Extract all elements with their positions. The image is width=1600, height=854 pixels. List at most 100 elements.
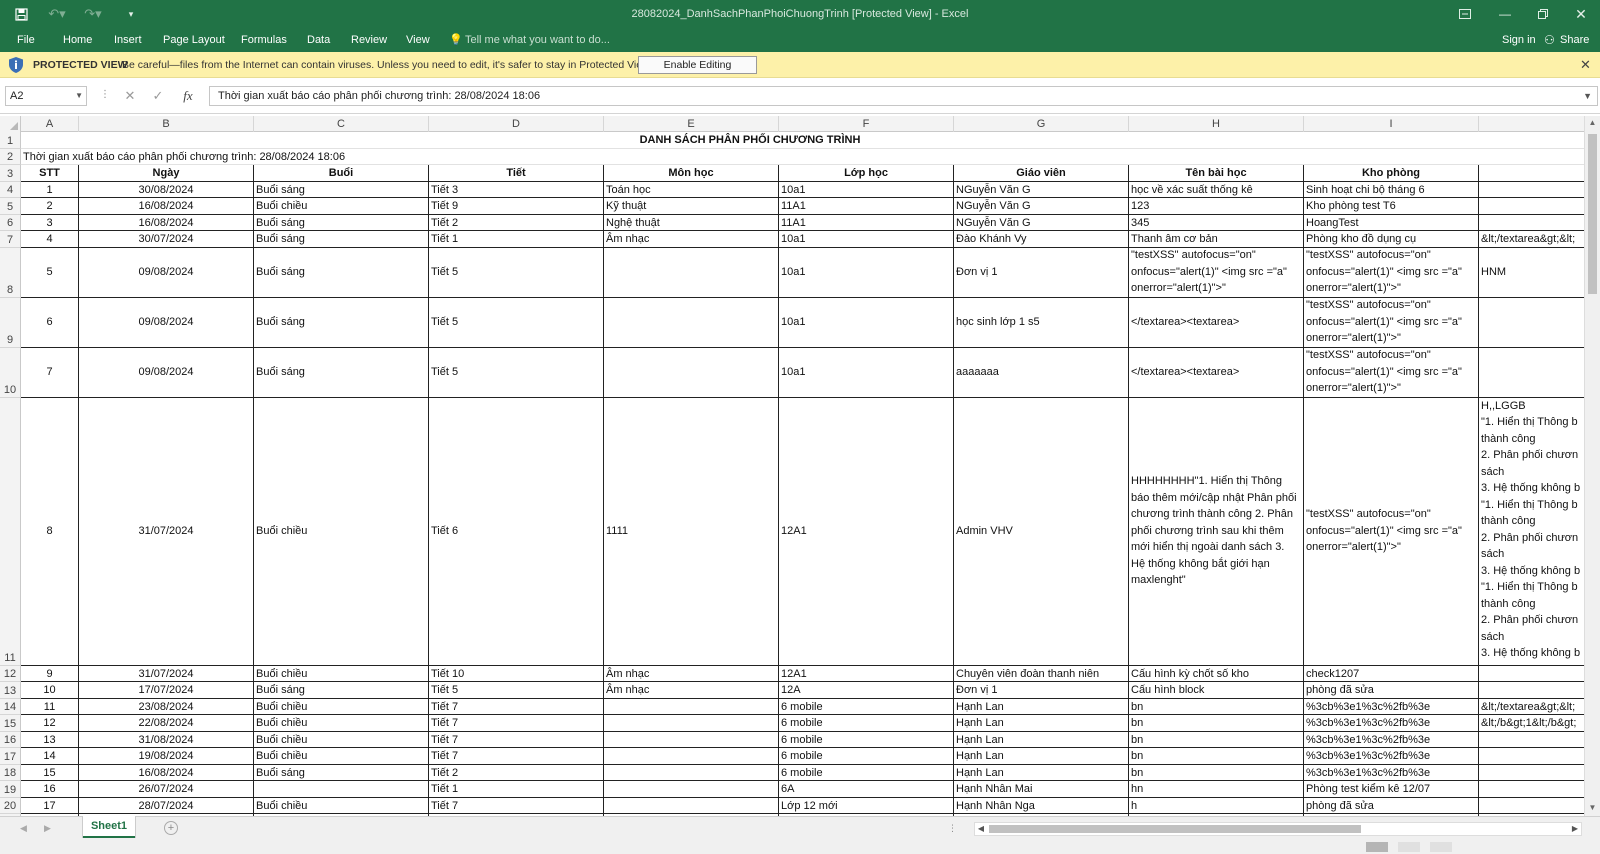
- data-cell-g20[interactable]: Hạnh Nhân Nga: [954, 797, 1129, 814]
- header-cell-c[interactable]: Buổi: [254, 165, 429, 182]
- export-time-cell[interactable]: Thời gian xuất báo cáo phân phối chương …: [21, 149, 1479, 165]
- header-cell-e[interactable]: Môn học: [604, 165, 779, 182]
- header-cell-f[interactable]: Lớp học: [779, 165, 954, 182]
- page-layout-view-icon[interactable]: [1398, 842, 1420, 852]
- data-cell-d11[interactable]: Tiết 6: [429, 397, 604, 666]
- sheet-tab[interactable]: Sheet1: [83, 816, 135, 838]
- data-cell-f13[interactable]: 12A: [779, 682, 954, 699]
- row-header-8[interactable]: 8: [0, 247, 21, 298]
- data-cell-e15[interactable]: [604, 715, 779, 732]
- data-cell-i17[interactable]: %3cb%3e1%3c%2fb%3e: [1304, 748, 1479, 765]
- split-handle-icon[interactable]: ⋮: [948, 817, 957, 839]
- data-cell-f19[interactable]: 6A: [779, 781, 954, 798]
- data-cell-a11[interactable]: 8: [21, 397, 79, 666]
- data-cell-d20[interactable]: Tiết 7: [429, 797, 604, 814]
- ribbon-display-options-icon[interactable]: [1446, 0, 1484, 28]
- data-cell-e13[interactable]: Âm nhạc: [604, 682, 779, 699]
- data-cell-g19[interactable]: Hạnh Nhân Mai: [954, 781, 1129, 798]
- data-cell-d5[interactable]: Tiết 9: [429, 198, 604, 215]
- prev-sheet-icon[interactable]: ◀: [20, 817, 27, 839]
- header-cell-a[interactable]: STT: [21, 165, 79, 182]
- data-cell-a10[interactable]: 7: [21, 347, 79, 398]
- data-cell-f7[interactable]: 10a1: [779, 231, 954, 248]
- row-header-18[interactable]: 18: [0, 764, 21, 781]
- data-cell-c16[interactable]: Buổi chiều: [254, 731, 429, 748]
- data-cell-g7[interactable]: Đào Khánh Vy: [954, 231, 1129, 248]
- data-cell-i15[interactable]: %3cb%3e1%3c%2fb%3e: [1304, 715, 1479, 732]
- row-header-7[interactable]: 7: [0, 231, 21, 248]
- data-cell-h20[interactable]: h: [1129, 797, 1304, 814]
- expand-formula-icon[interactable]: ▼: [1583, 87, 1592, 105]
- data-cell-g18[interactable]: Hạnh Lan: [954, 764, 1129, 781]
- data-cell-j14[interactable]: &lt;/textarea&gt;&lt;: [1479, 699, 1584, 715]
- data-cell-j18[interactable]: [1479, 765, 1584, 781]
- data-cell-g10[interactable]: aaaaaaa: [954, 347, 1129, 398]
- data-cell-e18[interactable]: [604, 764, 779, 781]
- data-cell-c13[interactable]: Buổi sáng: [254, 682, 429, 699]
- data-cell-b14[interactable]: 23/08/2024: [79, 698, 254, 715]
- data-cell-h8[interactable]: "testXSS" autofocus="on" onfocus="alert(…: [1129, 247, 1304, 298]
- data-cell-b5[interactable]: 16/08/2024: [79, 198, 254, 215]
- data-cell-a12[interactable]: 9: [21, 665, 79, 682]
- data-cell-f5[interactable]: 11A1: [779, 198, 954, 215]
- data-cell-b12[interactable]: 31/07/2024: [79, 665, 254, 682]
- data-cell-b7[interactable]: 30/07/2024: [79, 231, 254, 248]
- vertical-scrollbar[interactable]: ▲ ▼: [1584, 116, 1600, 816]
- close-bar-icon[interactable]: ✕: [1580, 52, 1591, 78]
- horizontal-scrollbar[interactable]: ◀ ▶: [974, 822, 1582, 836]
- data-cell-a6[interactable]: 3: [21, 214, 79, 231]
- data-cell-f11[interactable]: 12A1: [779, 397, 954, 666]
- data-cell-b13[interactable]: 17/07/2024: [79, 682, 254, 699]
- data-cell-e20[interactable]: [604, 797, 779, 814]
- data-cell-i7[interactable]: Phòng kho đồ dụng cụ: [1304, 231, 1479, 248]
- data-cell-i16[interactable]: %3cb%3e1%3c%2fb%3e: [1304, 731, 1479, 748]
- row-header-4[interactable]: 4: [0, 181, 21, 198]
- enter-icon[interactable]: ✓: [145, 86, 171, 106]
- column-header-f[interactable]: F: [779, 116, 954, 132]
- data-cell-f4[interactable]: 10a1: [779, 181, 954, 198]
- data-cell-j20[interactable]: [1479, 798, 1584, 814]
- data-cell-g5[interactable]: NGuyễn Văn G: [954, 198, 1129, 215]
- data-cell-c17[interactable]: Buổi chiều: [254, 748, 429, 765]
- row-header-20[interactable]: 20: [0, 797, 21, 814]
- data-cell-c7[interactable]: Buổi sáng: [254, 231, 429, 248]
- tab-data[interactable]: Data: [307, 28, 330, 52]
- data-cell-b18[interactable]: 16/08/2024: [79, 764, 254, 781]
- tell-me-icon[interactable]: 💡: [449, 28, 463, 52]
- data-cell-c9[interactable]: Buổi sáng: [254, 297, 429, 348]
- data-cell-a5[interactable]: 2: [21, 198, 79, 215]
- data-cell-h10[interactable]: </textarea><textarea>: [1129, 347, 1304, 398]
- data-cell-h6[interactable]: 345: [1129, 214, 1304, 231]
- data-cell-e6[interactable]: Nghệ thuật: [604, 214, 779, 231]
- data-cell-i18[interactable]: %3cb%3e1%3c%2fb%3e: [1304, 764, 1479, 781]
- data-cell-e9[interactable]: [604, 297, 779, 348]
- data-cell-a15[interactable]: 12: [21, 715, 79, 732]
- data-cell-h11[interactable]: HHHHHHHH"1. Hiển thị Thông báo thêm mới/…: [1129, 397, 1304, 666]
- page-break-view-icon[interactable]: [1430, 842, 1452, 852]
- data-cell-e11[interactable]: 1111: [604, 397, 779, 666]
- data-cell-h7[interactable]: Thanh âm cơ bản: [1129, 231, 1304, 248]
- data-cell-f6[interactable]: 11A1: [779, 214, 954, 231]
- data-cell-i19[interactable]: Phòng test kiểm kê 12/07: [1304, 781, 1479, 798]
- header-cell-d[interactable]: Tiết: [429, 165, 604, 182]
- row-header-9[interactable]: 9: [0, 297, 21, 348]
- tab-view[interactable]: View: [406, 28, 430, 52]
- data-cell-d10[interactable]: Tiết 5: [429, 347, 604, 398]
- data-cell-g12[interactable]: Chuyên viên đoàn thanh niên: [954, 665, 1129, 682]
- enable-editing-button[interactable]: Enable Editing: [638, 56, 757, 74]
- data-cell-e7[interactable]: Âm nhạc: [604, 231, 779, 248]
- column-header-i[interactable]: I: [1304, 116, 1479, 132]
- formula-input[interactable]: Thời gian xuất báo cáo phân phối chương …: [209, 86, 1598, 106]
- data-cell-a19[interactable]: 16: [21, 781, 79, 798]
- data-cell-a4[interactable]: 1: [21, 181, 79, 198]
- cell-j2[interactable]: [1479, 149, 1584, 165]
- data-cell-g16[interactable]: Hạnh Lan: [954, 731, 1129, 748]
- data-cell-h4[interactable]: học về xác suất thống kê: [1129, 181, 1304, 198]
- cell-j1[interactable]: [1479, 132, 1584, 149]
- column-header-g[interactable]: G: [954, 116, 1129, 132]
- scroll-left-icon[interactable]: ◀: [975, 823, 987, 835]
- minimize-icon[interactable]: —: [1486, 0, 1524, 28]
- data-cell-d13[interactable]: Tiết 5: [429, 682, 604, 699]
- name-box[interactable]: A2 ▼: [5, 86, 87, 106]
- data-cell-f15[interactable]: 6 mobile: [779, 715, 954, 732]
